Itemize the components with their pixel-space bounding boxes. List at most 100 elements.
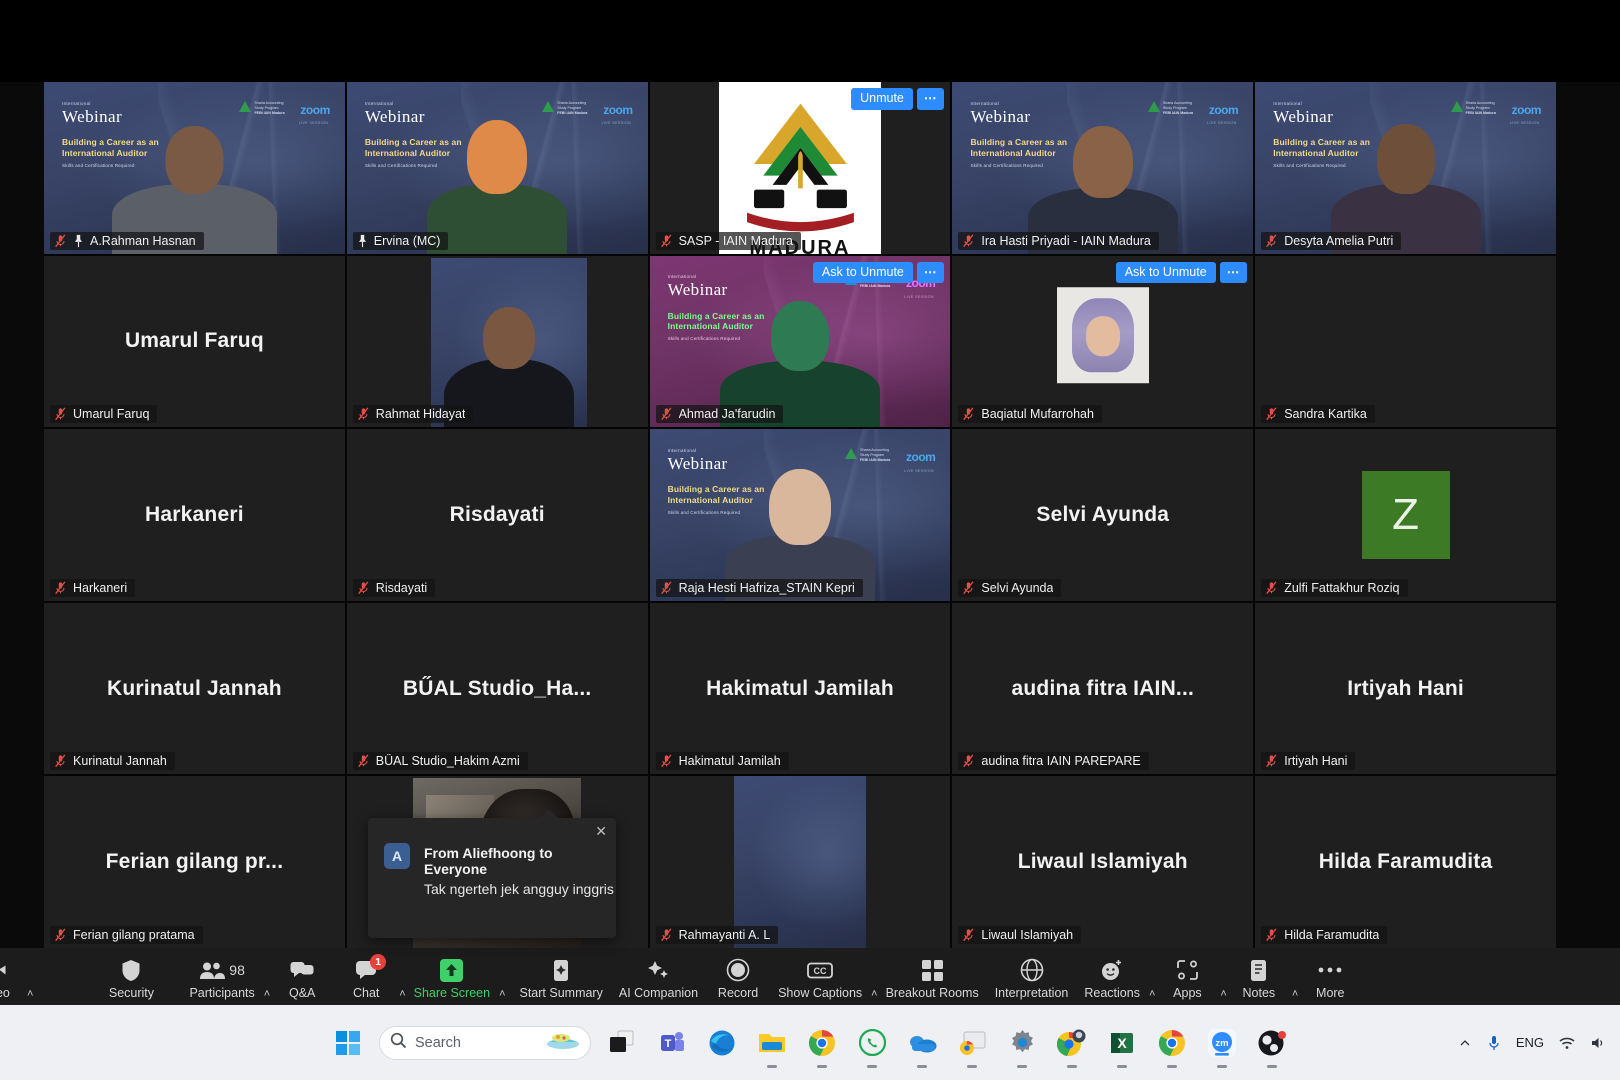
participant-name-strip: Liwaul Islamiyah (958, 926, 1081, 944)
participant-name-strip: Ferian gilang pratama (50, 926, 203, 944)
chat-toast[interactable]: ✕ A From Aliefhoong to Everyone Tak nger… (368, 818, 616, 938)
search-input[interactable]: Search (379, 1026, 591, 1060)
toolbar-button-q-a[interactable]: Q&A (270, 953, 334, 1000)
toolbar-button-record[interactable]: Record (706, 953, 770, 1000)
toolbar-button-reactions[interactable]: Reactions (1076, 953, 1148, 1000)
chevron-up-icon[interactable]: ˄ (27, 988, 33, 1000)
participant-tile[interactable]: Sandra Kartika (1255, 256, 1556, 428)
participant-count: 98 (229, 962, 245, 978)
participant-tile[interactable]: Liwaul IslamiyahLiwaul Islamiyah (952, 776, 1253, 948)
toolbar-button-participants[interactable]: 98Participants (181, 953, 262, 1000)
taskbar-chrome-apps-icon[interactable] (953, 1024, 991, 1062)
participant-display-name: Irtiyah Hani (1255, 603, 1556, 775)
mic-icon[interactable] (1486, 1034, 1502, 1052)
toolbar-button-breakout-rooms[interactable]: Breakout Rooms (878, 953, 987, 1000)
share-screen-icon (439, 957, 464, 983)
participant-display-name: Kurinatul Jannah (44, 603, 345, 775)
toolbar-button-more[interactable]: More (1298, 953, 1362, 1000)
meeting-toolbar: Video˄Security98Participants˄Q&A1Chat˄Sh… (0, 948, 1620, 1005)
wifi-icon[interactable] (1558, 1035, 1576, 1051)
unmute-request-button[interactable]: Unmute (851, 88, 913, 110)
taskbar-chrome-icon[interactable] (803, 1024, 841, 1062)
participant-tile[interactable]: Kurinatul JannahKurinatul Jannah (44, 603, 345, 775)
taskbar-obs-icon[interactable] (1253, 1024, 1291, 1062)
participant-tile[interactable]: Rahmat Hidayat (347, 256, 648, 428)
participant-name: Irtiyah Hani (1284, 754, 1347, 768)
toolbar-button-notes[interactable]: Notes (1227, 953, 1291, 1000)
chevron-up-icon[interactable] (1458, 1036, 1472, 1050)
participant-name-strip: Baqiatul Mufarrohah (958, 405, 1102, 423)
participant-tile[interactable]: HarkaneriHarkaneri (44, 429, 345, 601)
participant-tile[interactable]: Ferian gilang pr...Ferian gilang pratama (44, 776, 345, 948)
taskbar-onedrive-icon[interactable] (903, 1024, 941, 1062)
participant-tile[interactable]: Rahmayanti A. L (650, 776, 951, 948)
toolbar-button-interpretation[interactable]: Interpretation (987, 953, 1077, 1000)
participant-tile[interactable]: ZZulfi Fattakhur Roziq (1255, 429, 1556, 601)
taskbar-teams-icon[interactable]: T (653, 1024, 691, 1062)
participant-tile[interactable]: RisdayatiRisdayati (347, 429, 648, 601)
running-indicator (767, 1065, 777, 1068)
toolbar-button-ai-companion[interactable]: AI Companion (611, 953, 706, 1000)
toolbar-button-apps[interactable]: Apps (1155, 953, 1219, 1000)
participant-tile[interactable]: Irtiyah HaniIrtiyah Hani (1255, 603, 1556, 775)
participant-name: Desyta Amelia Putri (1284, 234, 1393, 248)
toolbar-button-share-screen[interactable]: Share Screen (406, 953, 498, 1000)
toolbar-button-start-summary[interactable]: Start Summary (512, 953, 611, 1000)
more-options-button[interactable]: ⋯ (1220, 262, 1248, 284)
chevron-up-icon[interactable]: ˄ (499, 988, 505, 1000)
participant-name-strip: Sandra Kartika (1261, 405, 1375, 423)
participant-tile[interactable]: Umarul FaruqUmarul Faruq (44, 256, 345, 428)
participant-tile[interactable]: InternationalWebinarBuilding a Career as… (44, 82, 345, 254)
volume-icon[interactable] (1590, 1035, 1606, 1051)
taskbar-chrome-alt-icon[interactable] (1153, 1024, 1191, 1062)
participant-name-strip: Risdayati (353, 579, 435, 597)
taskbar-edge-icon[interactable] (703, 1024, 741, 1062)
qa-icon (290, 957, 314, 983)
participant-name-strip: Harkaneri (50, 579, 135, 597)
toolbar-label: Apps (1173, 986, 1202, 1000)
toolbar-button-video[interactable]: Video (0, 953, 26, 1000)
toolbar-label: Video (0, 986, 10, 1000)
participant-name: Ervina (MC) (374, 234, 441, 248)
weather-widget-icon[interactable] (546, 1030, 580, 1055)
participant-tile[interactable]: InternationalWebinarBuilding a Career as… (347, 82, 648, 254)
taskbar-zoom-icon[interactable]: zm (1203, 1024, 1241, 1062)
toolbar-label: Chat (353, 986, 379, 1000)
more-options-button[interactable]: ⋯ (917, 262, 945, 284)
taskbar-start-icon[interactable] (329, 1024, 367, 1062)
close-icon[interactable]: ✕ (595, 823, 607, 840)
more-options-button[interactable]: ⋯ (917, 88, 945, 110)
taskbar-chrome-profile-icon[interactable] (1053, 1024, 1091, 1062)
unmute-request-button[interactable]: Ask to Unmute (1116, 262, 1216, 284)
participant-tile[interactable]: Hakimatul JamilahHakimatul Jamilah (650, 603, 951, 775)
toolbar-label: AI Companion (619, 986, 698, 1000)
participant-tile[interactable]: InternationalWebinarBuilding a Career as… (952, 82, 1253, 254)
participant-name-strip: Ahmad Ja'farudin (656, 405, 784, 423)
participant-tile[interactable]: Ask to Unmute⋯ Baqiatul Mufarrohah (952, 256, 1253, 428)
participant-tile[interactable]: InternationalWebinarBuilding a Career as… (650, 429, 951, 601)
taskbar-whatsapp-icon[interactable] (853, 1024, 891, 1062)
taskbar-excel-icon[interactable]: X (1103, 1024, 1141, 1062)
participant-tile[interactable]: Hilda FaramuditaHilda Faramudita (1255, 776, 1556, 948)
participant-tile[interactable]: InternationalWebinarBuilding a Career as… (650, 256, 951, 428)
taskbar-app-icons: Search T Xzm (329, 1024, 1291, 1062)
participant-tile[interactable]: Selvi AyundaSelvi Ayunda (952, 429, 1253, 601)
toolbar-button-chat[interactable]: 1 Chat (334, 953, 398, 1000)
chat-icon: 1 (355, 957, 377, 983)
taskbar-settings-icon[interactable] (1003, 1024, 1041, 1062)
participant-tile[interactable]: InternationalWebinarBuilding a Career as… (1255, 82, 1556, 254)
participant-name: BŰAL Studio_Hakim Azmi (376, 754, 520, 768)
participant-display-name: Liwaul Islamiyah (952, 776, 1253, 948)
taskbar-file-explorer-icon[interactable] (753, 1024, 791, 1062)
language-indicator[interactable]: ENG (1516, 1035, 1544, 1050)
unmute-request-button[interactable]: Ask to Unmute (813, 262, 913, 284)
participant-video-person (427, 124, 567, 253)
toolbar-button-security[interactable]: Security (99, 953, 163, 1000)
taskbar-task-view-icon[interactable] (603, 1024, 641, 1062)
participant-tile[interactable]: audina fitra IAIN...audina fitra IAIN PA… (952, 603, 1253, 775)
participant-tile[interactable]: MADURAUnmute⋯SASP - IAIN Madura (650, 82, 951, 254)
toolbar-button-show-captions[interactable]: CCShow Captions (770, 953, 870, 1000)
toolbar-label: Reactions (1084, 986, 1140, 1000)
windows-taskbar: Search T Xzm ENG (0, 1005, 1620, 1080)
participant-tile[interactable]: BŰAL Studio_Ha...BŰAL Studio_Hakim Azmi (347, 603, 648, 775)
